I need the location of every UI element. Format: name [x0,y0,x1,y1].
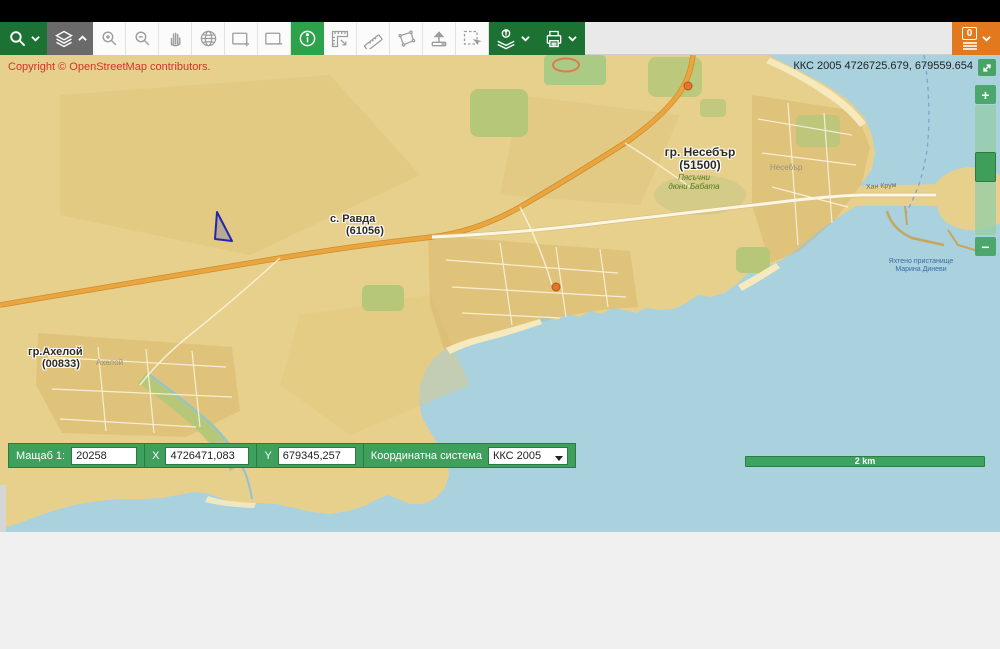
main-toolbar: 0 [0,22,1000,55]
toolbar-spacer [585,22,952,54]
print-button[interactable] [535,22,585,55]
y-label: Y [264,450,271,462]
green-area [796,115,840,147]
scale-input[interactable] [71,447,137,465]
marquee-cursor-icon [462,29,482,49]
zoom-in-map-button[interactable]: + [975,85,996,104]
measure-distance-button[interactable] [357,22,390,55]
crs-label: Координатна система [371,450,482,462]
chevron-down-icon [521,35,530,42]
crs-selected-value: ККС 2005 [493,450,541,462]
town-name: с. Равда [330,213,375,225]
info-layers-icon [495,28,517,50]
chevron-down-icon [555,456,563,461]
select-button[interactable] [456,22,489,55]
zoom-out-button[interactable] [126,22,159,55]
marina-label-line2: Марина Диневи [895,266,946,273]
zoom-out-icon [133,29,152,48]
y-coordinate-input[interactable] [278,447,356,465]
search-icon [8,29,27,48]
layers-button[interactable] [47,22,93,55]
upload-button[interactable] [423,22,456,55]
chevron-up-icon [78,35,87,42]
polygon-icon [396,29,416,49]
measure-area-button[interactable] [324,22,357,55]
globe-button[interactable] [192,22,225,55]
green-area [362,285,404,311]
corner-ruler-icon [330,29,350,49]
marina-label-line1: Яхтено пристанище [889,258,954,265]
dunes-label: Пясъчни дюни Бабата [668,173,719,191]
town-code: (00833) [42,358,83,370]
x-coordinate-input[interactable] [165,447,249,465]
zoom-slider-handle[interactable] [975,152,996,182]
gis-application: 0 [0,0,1000,649]
town-name: гр.Ахелой [28,346,83,358]
zoom-in-icon [100,29,119,48]
layers-icon [54,29,74,49]
green-area [700,99,726,117]
dunes-label-line2: дюни Бабата [668,182,719,191]
expand-coordinates-button[interactable] [978,59,996,76]
document-list-icon: 0 [962,27,978,50]
town-name: гр. Несебър [665,145,736,159]
zoom-out-map-button[interactable]: − [975,237,996,256]
y-segment: Y [257,444,363,467]
town-code: (51500) [665,159,736,172]
copyright-notice: Copyright © OpenStreetMap contributors. [8,61,211,73]
town-label-ravda: с. Равда (61056) [330,213,384,237]
measure-polygon-button[interactable] [390,22,423,55]
green-area [736,247,770,273]
scale-label: Мащаб 1: [16,450,65,462]
pan-button[interactable] [159,22,192,55]
crs-segment: Координатна система ККС 2005 [364,444,575,467]
town-code: (61056) [346,225,384,237]
town-label-nesebar: гр. Несебър (51500) [665,146,736,172]
crs-select[interactable]: ККС 2005 [488,447,568,465]
green-area [470,89,528,137]
town-label-aheloy: гр.Ахелой (00833) [28,346,83,370]
marina-label: Яхтено пристанище Марина Диневи [889,258,954,274]
zoom-rect-in-button[interactable] [225,22,258,55]
x-segment: X [145,444,257,467]
map-edge-gap [0,485,6,532]
hand-icon [166,29,185,48]
info-button[interactable] [291,22,324,55]
notifications-button[interactable]: 0 [952,22,1000,55]
x-label: X [152,450,159,462]
chevron-down-icon [31,35,40,42]
chevron-down-icon [982,35,991,42]
rect-plus-icon [231,30,251,48]
scale-segment: Мащаб 1: [9,444,145,467]
diagonal-arrow-icon [982,63,992,73]
upload-icon [429,29,449,49]
rect-minus-icon [264,30,284,48]
page-background [0,532,1000,649]
search-button[interactable] [0,22,47,55]
poi-marker [684,82,692,90]
map-viewport[interactable]: Copyright © OpenStreetMap contributors. … [0,55,1000,532]
zoom-in-button[interactable] [93,22,126,55]
osm-label-aheloy: Ахелой [96,358,123,367]
chevron-down-icon [568,35,577,42]
scale-bar: 2 km [745,456,985,467]
status-coordinates-bar: Мащаб 1: X Y Координатна система ККС 200… [8,443,576,468]
identify-layers-button[interactable] [489,22,535,55]
info-icon [298,29,317,48]
ruler-icon [363,29,383,49]
notifications-count-badge: 0 [962,27,978,40]
osm-label-nesebar: Несебър [770,163,802,172]
coordinate-readout: ККС 2005 4726725.679, 679559.654 [793,60,973,72]
poi-marker [552,283,560,291]
zoom-rect-out-button[interactable] [258,22,291,55]
globe-icon [199,29,218,48]
dunes-label-line1: Пясъчни [678,173,710,182]
window-top-strip [0,0,1000,22]
printer-icon [544,29,564,49]
